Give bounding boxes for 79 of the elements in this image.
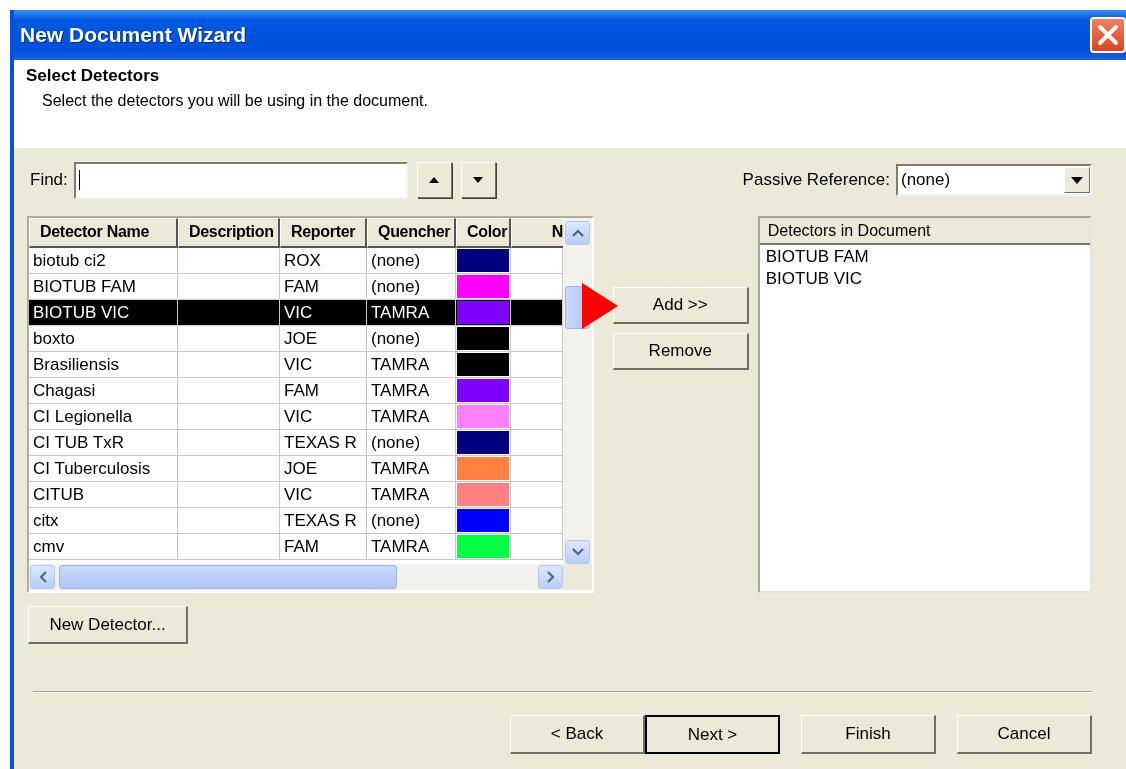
find-field[interactable]	[73, 161, 408, 199]
table-cell[interactable]: BIOTUB VIC	[29, 300, 178, 326]
dropdown-button[interactable]	[1064, 167, 1090, 193]
column-header[interactable]: N	[511, 218, 563, 248]
table-cell[interactable]: CITUB	[29, 482, 178, 508]
table-cell[interactable]: biotub ci2	[29, 248, 178, 274]
passive-reference-label: Passive Reference:	[742, 170, 890, 190]
column-header[interactable]: Description	[178, 218, 280, 248]
scroll-left-button[interactable]	[30, 565, 55, 589]
table-cell[interactable]: Chagasi	[29, 378, 178, 404]
column-header[interactable]: Detector Name	[29, 218, 178, 248]
window-title: New Document Wizard	[20, 23, 248, 47]
table-cell[interactable]: BIOTUB FAM	[29, 274, 178, 300]
scrollbar-corner	[563, 564, 592, 590]
table-cell: TAMRA	[367, 300, 456, 326]
horizontal-scrollbar[interactable]	[29, 564, 563, 590]
column-header[interactable]: Color	[456, 218, 511, 248]
column-header[interactable]: Reporter	[280, 218, 367, 248]
table-cell: ROX	[280, 248, 367, 274]
table-cell: TEXAS R	[280, 508, 367, 534]
table-cell: VIC	[280, 300, 367, 326]
scroll-up-button[interactable]	[565, 221, 590, 245]
table-cell[interactable]: CI Legionella	[29, 404, 178, 430]
table-cell: FAM	[280, 274, 367, 300]
remove-button[interactable]: Remove	[612, 333, 749, 370]
table-cell: (none)	[367, 274, 456, 300]
table-cell: TEXAS R	[280, 430, 367, 456]
nav-button[interactable]: Finish	[801, 715, 936, 754]
table-cell[interactable]: citx	[29, 508, 178, 534]
list-item[interactable]: BIOTUB FAM	[759, 245, 1090, 267]
nav-button[interactable]: Next >	[645, 715, 780, 754]
table-cell: VIC	[280, 482, 367, 508]
table-cell[interactable]: Brasiliensis	[29, 352, 178, 378]
step-description: Select the detectors you will be using in the document.	[42, 92, 429, 110]
table-cell[interactable]: CI TUB TxR	[29, 430, 178, 456]
arrow-marker	[582, 283, 618, 329]
down-triangle-icon	[473, 177, 484, 183]
column-header[interactable]: Quencher	[367, 218, 456, 248]
find-label: Find:	[30, 170, 68, 190]
table-cell: (none)	[367, 508, 456, 534]
find-down-button[interactable]	[460, 162, 496, 198]
table-cell: VIC	[280, 404, 367, 430]
table-cell: VIC	[280, 352, 367, 378]
vertical-scrollbar[interactable]	[563, 218, 592, 564]
table-cell[interactable]: CI Tuberculosis	[29, 456, 178, 482]
passive-reference-dropdown[interactable]: (none)	[896, 164, 1092, 196]
dropdown-arrow-icon	[1071, 176, 1083, 184]
nav-button[interactable]: < Back	[510, 715, 645, 754]
table-cell: TAMRA	[367, 456, 456, 482]
scroll-right-button[interactable]	[538, 565, 563, 589]
list-item[interactable]: BIOTUB VIC	[759, 267, 1090, 289]
scroll-down-button[interactable]	[565, 540, 590, 564]
table-cell: TAMRA	[367, 482, 456, 508]
table-cell: TAMRA	[367, 404, 456, 430]
chevron-right-icon	[546, 571, 555, 583]
add-button[interactable]: Add >>	[612, 287, 749, 324]
new-detector-button[interactable]: New Detector...	[28, 606, 188, 644]
chevron-down-icon	[571, 548, 584, 556]
chevron-up-icon	[571, 229, 584, 237]
list-header: Detectors in Document	[759, 218, 1090, 245]
table-cell: (none)	[367, 326, 456, 352]
table-cell[interactable]: cmv	[29, 534, 178, 560]
table-cell: TAMRA	[367, 534, 456, 560]
chevron-left-icon	[38, 571, 47, 583]
table-cell[interactable]: boxto	[29, 326, 178, 352]
table-cell: (none)	[367, 248, 456, 274]
table-cell: TAMRA	[367, 352, 456, 378]
up-triangle-icon	[429, 177, 440, 183]
close-button[interactable]	[1090, 17, 1126, 53]
table-cell: FAM	[280, 378, 367, 404]
scroll-thumb[interactable]	[59, 565, 397, 589]
table-cell: TAMRA	[367, 378, 456, 404]
table-cell: (none)	[367, 430, 456, 456]
table-cell: FAM	[280, 534, 367, 560]
step-title: Select Detectors	[26, 66, 161, 86]
nav-button[interactable]: Cancel	[957, 715, 1092, 754]
table-cell: JOE	[280, 326, 367, 352]
table-cell: JOE	[280, 456, 367, 482]
find-up-button[interactable]	[416, 162, 452, 198]
